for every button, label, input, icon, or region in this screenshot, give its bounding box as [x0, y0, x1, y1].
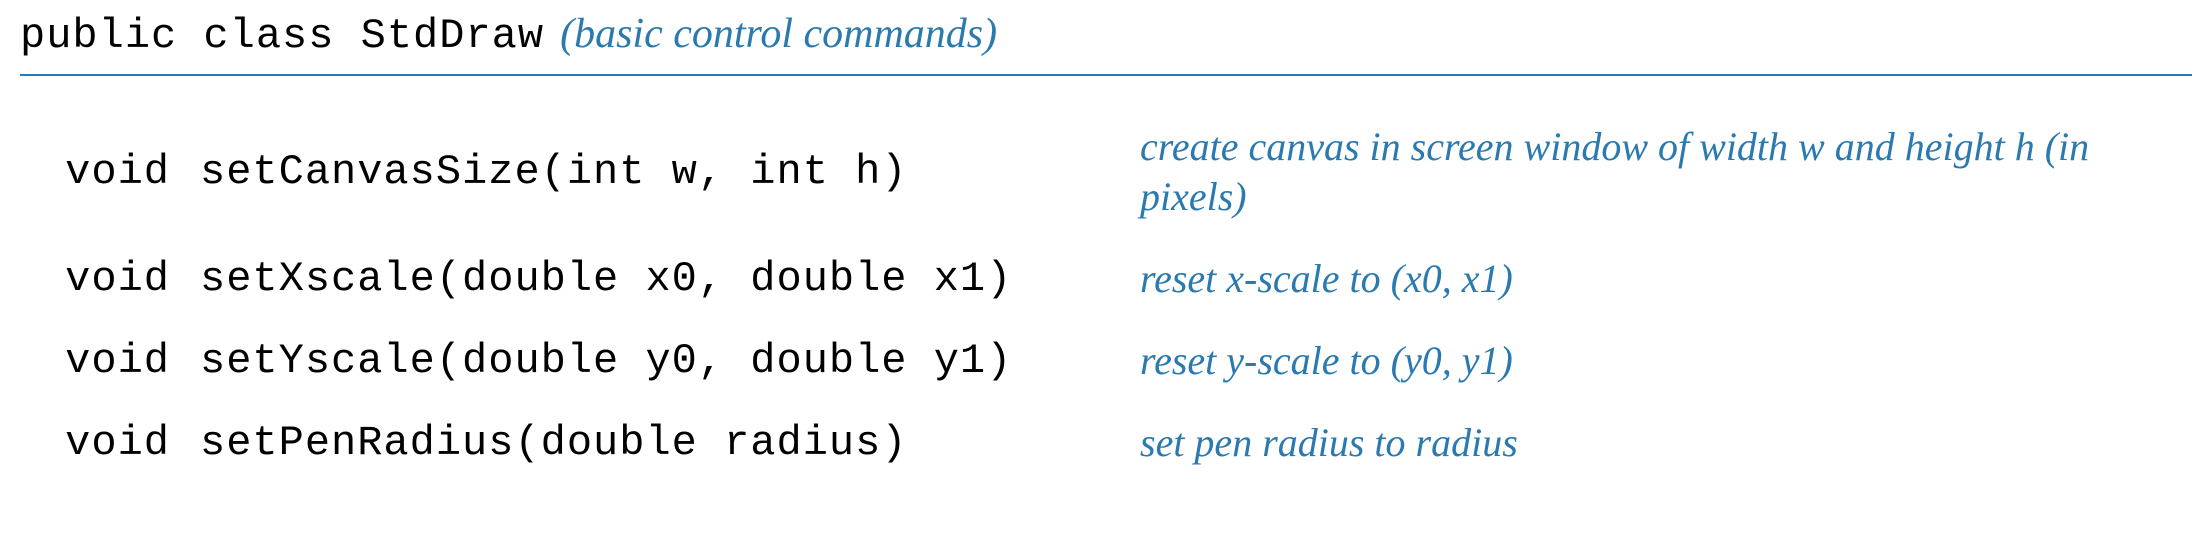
method-table: void setCanvasSize(int w, int h) create … — [20, 106, 2192, 484]
method-row: void setXscale(double x0, double x1) res… — [20, 238, 2192, 320]
return-type: void — [20, 106, 200, 238]
method-row: void setYscale(double y0, double y1) res… — [20, 320, 2192, 402]
method-row: void setPenRadius(double radius) set pen… — [20, 402, 2192, 484]
return-type: void — [20, 238, 200, 320]
method-description: reset y-scale to (y0, y1) — [1140, 320, 2192, 402]
method-description: reset x-scale to (x0, x1) — [1140, 238, 2192, 320]
return-type: void — [20, 402, 200, 484]
return-type: void — [20, 320, 200, 402]
class-declaration: public class StdDraw — [20, 12, 544, 60]
method-signature: setCanvasSize(int w, int h) — [200, 106, 1140, 238]
method-signature: setXscale(double x0, double x1) — [200, 238, 1140, 320]
method-row: void setCanvasSize(int w, int h) create … — [20, 106, 2192, 238]
method-description: create canvas in screen window of width … — [1140, 106, 2192, 238]
method-signature: setPenRadius(double radius) — [200, 402, 1140, 484]
api-header: public class StdDraw (basic control comm… — [20, 10, 2192, 76]
method-signature: setYscale(double y0, double y1) — [200, 320, 1140, 402]
method-description: set pen radius to radius — [1140, 402, 2192, 484]
header-note: (basic control commands) — [560, 10, 997, 58]
